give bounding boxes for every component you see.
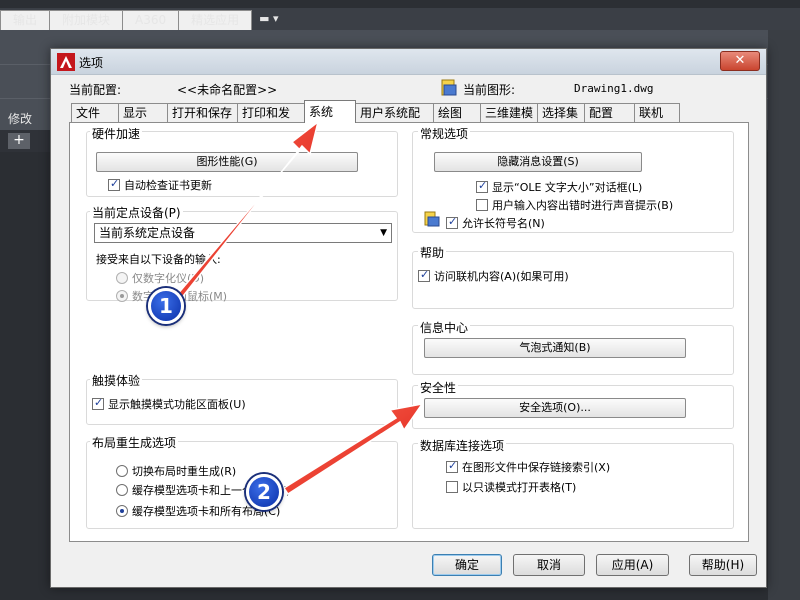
options-tabbar: 文件 显示 打开和保存 打印和发布 系统 用户系统配置 绘图 三维建模 选择集 … <box>71 100 680 139</box>
regen-switch-label: 切换布局时重生成(R) <box>132 465 237 478</box>
readonly-tables-row[interactable]: 以只读模式打开表格(T) <box>446 479 576 495</box>
ole-dialog-row[interactable]: 显示“OLE 文字大小”对话框(L) <box>476 179 642 195</box>
tab-display[interactable]: 显示 <box>118 103 168 123</box>
add-tab-button[interactable]: + <box>8 133 30 149</box>
accept-input-label: 接受来自以下设备的输入: <box>96 253 221 266</box>
db-connect-group-title: 数据库连接选项 <box>418 437 507 454</box>
ok-button[interactable]: 确定 <box>432 554 502 576</box>
ribbon-tab-output[interactable]: 输出 <box>0 10 51 30</box>
digitizer-only-row[interactable]: 仅数字化仪(D) <box>116 270 204 286</box>
tab-profiles[interactable]: 配置 <box>584 103 635 123</box>
tab-plot-publish[interactable]: 打印和发布 <box>237 103 305 139</box>
ribbon-tab-featured[interactable]: 精选应用 <box>178 10 253 30</box>
cancel-button[interactable]: 取消 <box>513 554 585 576</box>
menubar-top-strip <box>0 0 800 8</box>
tab-online[interactable]: 联机 <box>634 103 680 123</box>
step-badge-1: 1 <box>148 288 184 324</box>
auto-check-updates-row[interactable]: 自动检查证书更新 <box>108 177 212 193</box>
help-group-title: 帮助 <box>418 244 447 261</box>
graphics-performance-button[interactable]: 图形性能(G) <box>96 152 358 172</box>
close-icon[interactable]: ✕ <box>720 51 760 71</box>
autocad-menubar: 输出 附加模块 A360 精选应用 ▬ ▾ <box>0 0 800 30</box>
current-profile-label: 当前配置: <box>69 83 122 97</box>
tab-user-preferences[interactable]: 用户系统配置 <box>355 103 434 139</box>
touch-group-title: 触摸体验 <box>90 372 143 389</box>
tab-system[interactable]: 系统 <box>304 100 356 123</box>
tab-drafting[interactable]: 绘图 <box>433 103 481 123</box>
ole-dialog-label: 显示“OLE 文字大小”对话框(L) <box>492 181 643 194</box>
ribbon-tab-a360[interactable]: A360 <box>122 10 180 30</box>
security-group-title: 安全性 <box>418 379 459 396</box>
online-content-row[interactable]: 访问联机内容(A)(如果可用) <box>418 268 569 284</box>
readonly-tables-label: 以只读模式打开表格(T) <box>462 481 577 494</box>
help-button[interactable]: 帮助(H) <box>689 554 757 576</box>
auto-check-updates-label: 自动检查证书更新 <box>124 179 212 192</box>
tab-open-save[interactable]: 打开和保存 <box>167 103 238 123</box>
online-content-checkbox[interactable] <box>418 268 430 282</box>
beep-on-error-checkbox[interactable] <box>476 199 488 211</box>
ribbon-tab-addins[interactable]: 附加模块 <box>49 10 124 30</box>
regen-switch-row[interactable]: 切换布局时重生成(R) <box>116 463 236 479</box>
ole-dialog-checkbox[interactable] <box>476 179 488 193</box>
layout-regen-group-title: 布局重生成选项 <box>90 434 179 451</box>
store-link-index-checkbox[interactable] <box>446 459 458 473</box>
online-content-label: 访问联机内容(A)(如果可用) <box>434 270 569 283</box>
touch-panel-row[interactable]: 显示触摸模式功能区面板(U) <box>92 396 246 412</box>
hidden-messages-button[interactable]: 隐藏消息设置(S) <box>434 152 642 172</box>
regen-cache-all-radio[interactable] <box>116 505 128 517</box>
touch-panel-checkbox[interactable] <box>92 396 104 410</box>
autocad-logo-icon <box>57 53 75 71</box>
info-center-group-title: 信息中心 <box>418 319 471 336</box>
general-options-group-title: 常规选项 <box>418 125 471 142</box>
right-panel <box>768 30 800 600</box>
current-drawing-label: 当前图形: <box>463 83 516 97</box>
regen-cache-last-radio[interactable] <box>116 484 128 496</box>
touch-panel-label: 显示触摸模式功能区面板(U) <box>108 398 246 411</box>
drawing-file-icon <box>441 79 457 96</box>
dialog-titlebar[interactable]: 选项 ✕ <box>51 49 766 75</box>
balloon-notifications-button[interactable]: 气泡式通知(B) <box>424 338 686 358</box>
regen-switch-radio[interactable] <box>116 465 128 477</box>
drawing-setting-icon <box>424 211 440 227</box>
pointing-device-select[interactable]: 当前系统定点设备 ▼ <box>94 223 392 243</box>
store-link-index-row[interactable]: 在图形文件中保存链接索引(X) <box>446 459 610 475</box>
pointing-device-group-title: 当前定点设备(P) <box>90 204 183 221</box>
tab-files[interactable]: 文件 <box>71 103 119 123</box>
digitizer-only-radio[interactable] <box>116 272 128 284</box>
tab-3d-modeling[interactable]: 三维建模 <box>480 103 538 123</box>
current-profile-value: <<未命名配置>> <box>177 83 278 97</box>
ribbon-panel-toggle-icon[interactable]: ▬ ▾ <box>251 10 286 30</box>
step-badge-2: 2 <box>246 474 282 510</box>
current-drawing-value: Drawing1.dwg <box>574 82 654 95</box>
long-names-checkbox[interactable] <box>446 215 458 229</box>
ribbon-panel-modify-label[interactable]: 修改 <box>8 110 32 127</box>
security-options-button[interactable]: 安全选项(O)... <box>424 398 686 418</box>
tab-selection[interactable]: 选择集 <box>537 103 585 123</box>
system-tab-page: 硬件加速 图形性能(G) 自动检查证书更新 当前定点设备(P) 当前系统定点设备… <box>69 122 749 542</box>
long-names-row[interactable]: 允许长符号名(N) <box>446 215 545 231</box>
chevron-down-icon: ▼ <box>380 228 387 238</box>
pointing-device-value: 当前系统定点设备 <box>99 226 196 240</box>
digitizer-only-label: 仅数字化仪(D) <box>132 272 205 285</box>
ribbon-tabs: 输出 附加模块 A360 精选应用 ▬ ▾ <box>0 10 287 30</box>
beep-on-error-row[interactable]: 用户输入内容出错时进行声音提示(B) <box>476 197 673 213</box>
readonly-tables-checkbox[interactable] <box>446 481 458 493</box>
apply-button[interactable]: 应用(A) <box>596 554 669 576</box>
digitizer-mouse-radio[interactable] <box>116 290 128 302</box>
beep-on-error-label: 用户输入内容出错时进行声音提示(B) <box>492 199 674 212</box>
hardware-group-title: 硬件加速 <box>90 125 143 142</box>
auto-check-updates-checkbox[interactable] <box>108 177 120 191</box>
dialog-title: 选项 <box>79 56 104 70</box>
long-names-label: 允许长符号名(N) <box>462 217 545 230</box>
store-link-index-label: 在图形文件中保存链接索引(X) <box>462 461 611 474</box>
